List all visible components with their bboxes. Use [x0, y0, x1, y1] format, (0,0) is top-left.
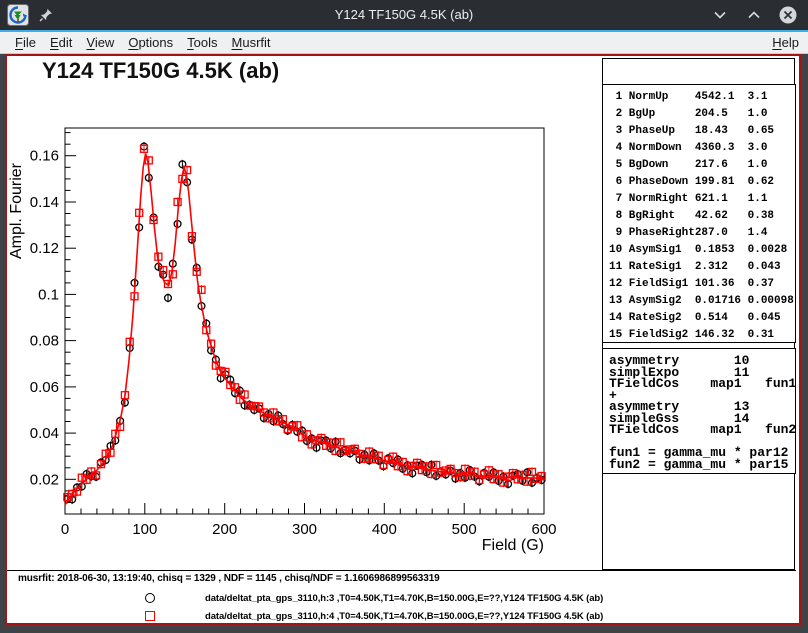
- minimize-icon: [712, 7, 728, 23]
- root-canvas[interactable]: Y124 TF150G 4.5K (ab) 010020030040050060…: [5, 54, 801, 625]
- menu-help[interactable]: Help: [763, 32, 808, 53]
- parameter-row: 4 NormDown 4360.3 3.0: [609, 140, 795, 157]
- svg-text:500: 500: [452, 521, 477, 538]
- legend-circle-marker: [145, 593, 155, 603]
- menubar: FileEditViewOptionsToolsMusrfit Help: [0, 30, 808, 54]
- parameter-box: 1 NormUp 4542.1 3.1 2 BgUp 204.5 1.0 3 P…: [602, 84, 796, 343]
- menu-view[interactable]: View: [79, 32, 121, 53]
- legend-item: data/deltat_pta_gps_3110,h:3 ,T0=4.50K,T…: [7, 592, 787, 606]
- parameter-row: 9 PhaseRight287.0 1.4: [609, 225, 795, 242]
- maximize-icon: [746, 7, 762, 23]
- svg-text:0.08: 0.08: [30, 333, 59, 350]
- fourier-plot[interactable]: 0 100 200 300 400 500 600 0.02 0.04 0.06 0.08 0.1 0.…: [7, 56, 607, 576]
- svg-text:Ampl. Fourier: Ampl. Fourier: [8, 162, 25, 259]
- svg-text:Field (G): Field (G): [482, 537, 544, 554]
- parameter-row: 13 AsymSig2 0.01716 0.00098: [609, 293, 795, 310]
- maximize-button[interactable]: [744, 5, 764, 25]
- parameter-row: 12 FieldSig1 101.36 0.37: [609, 276, 795, 293]
- close-icon: [778, 5, 798, 25]
- svg-text:300: 300: [292, 521, 317, 538]
- menu-edit[interactable]: Edit: [43, 32, 79, 53]
- fit-info-line: musrfit: 2018-06-30, 13:19:40, chisq = 1…: [18, 573, 440, 584]
- svg-text:200: 200: [212, 521, 237, 538]
- parameter-row: 2 BgUp 204.5 1.0: [609, 106, 795, 123]
- titlebar: Y124 TF150G 4.5K (ab): [0, 0, 808, 30]
- parameter-row: 5 BgDown 217.6 1.0: [609, 157, 795, 174]
- svg-text:0.14: 0.14: [30, 194, 59, 211]
- parameter-row: 3 PhaseUp 18.43 0.65: [609, 123, 795, 140]
- parameter-row: 1 NormUp 4542.1 3.1: [609, 89, 795, 106]
- application-window: Y124 TF150G 4.5K (ab) FileEditViewOp: [0, 0, 808, 633]
- svg-text:0.04: 0.04: [30, 425, 59, 442]
- pin-icon[interactable]: [38, 7, 54, 23]
- window-title: Y124 TF150G 4.5K (ab): [335, 0, 474, 30]
- parameter-row: 6 PhaseDown 199.81 0.62: [609, 174, 795, 191]
- legend-square-marker: [145, 611, 155, 621]
- svg-text:600: 600: [531, 521, 556, 538]
- parameter-row: 10 AsymSig1 0.1853 0.0028: [609, 242, 795, 259]
- svg-text:400: 400: [372, 521, 397, 538]
- svg-text:0.1: 0.1: [38, 286, 59, 303]
- parameter-row: 14 RateSig2 0.514 0.045: [609, 310, 795, 327]
- svg-text:0.16: 0.16: [30, 148, 59, 165]
- svg-text:0: 0: [61, 521, 69, 538]
- plot-area[interactable]: 0 100 200 300 400 500 600 0.02 0.04 0.06 0.08 0.1 0.…: [7, 56, 607, 576]
- svg-text:0.06: 0.06: [30, 379, 59, 396]
- app-icon: [7, 4, 29, 26]
- menu-musrfit[interactable]: Musrfit: [225, 32, 278, 53]
- minimize-button[interactable]: [710, 5, 730, 25]
- menu-options[interactable]: Options: [121, 32, 180, 53]
- legend-item: data/deltat_pta_gps_3110,h:4 ,T0=4.50K,T…: [7, 610, 787, 624]
- legend-label: data/deltat_pta_gps_3110,h:4 ,T0=4.50K,T…: [205, 611, 603, 622]
- parameter-row: 15 FieldSig2 146.32 0.31: [609, 327, 795, 344]
- parameter-row: 8 BgRight 42.62 0.38: [609, 208, 795, 225]
- svg-text:100: 100: [132, 521, 157, 538]
- legend-label: data/deltat_pta_gps_3110,h:3 ,T0=4.50K,T…: [205, 593, 603, 604]
- menu-file[interactable]: File: [8, 32, 43, 53]
- svg-text:0.02: 0.02: [30, 471, 59, 488]
- footer-separator: [7, 570, 796, 571]
- menu-items: FileEditViewOptionsToolsMusrfit: [0, 32, 278, 53]
- parameter-row: 7 NormRight 621.1 1.1: [609, 191, 795, 208]
- parameter-row: 11 RateSig1 2.312 0.043: [609, 259, 795, 276]
- svg-text:0.12: 0.12: [30, 240, 59, 257]
- close-button[interactable]: [778, 5, 798, 25]
- theory-text: asymmetry 10 simplExpo 11 TFieldCos map1…: [609, 355, 795, 470]
- menu-tools[interactable]: Tools: [180, 32, 224, 53]
- theory-box: asymmetry 10 simplExpo 11 TFieldCos map1…: [602, 348, 796, 474]
